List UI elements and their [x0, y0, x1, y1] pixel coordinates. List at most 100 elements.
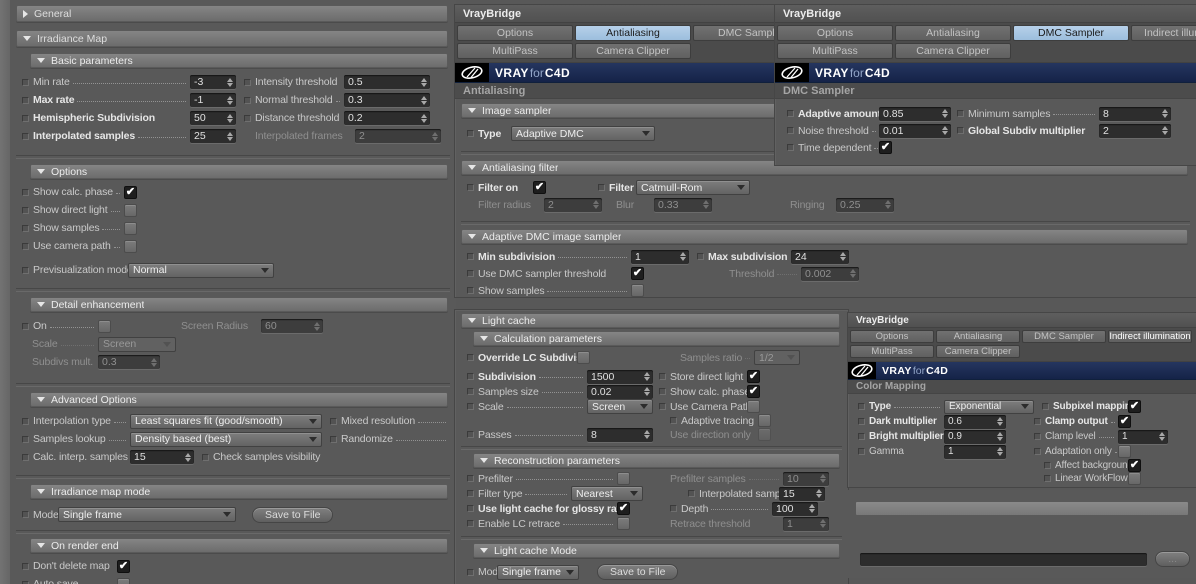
- stepper[interactable]: [818, 474, 828, 483]
- stepper[interactable]: [225, 95, 235, 105]
- number-field[interactable]: 1: [631, 249, 689, 264]
- stepper[interactable]: [149, 357, 159, 367]
- stepper[interactable]: [814, 489, 824, 498]
- number-field[interactable]: 25: [190, 129, 236, 143]
- section-header-basic-parameters[interactable]: Basic parameters: [30, 53, 448, 68]
- stepper[interactable]: [430, 131, 440, 141]
- dropdown[interactable]: Adaptive DMC: [511, 126, 655, 141]
- section-header-reconstruction-parameters[interactable]: Reconstruction parameters: [473, 453, 840, 468]
- checkbox[interactable]: [1128, 472, 1141, 485]
- tab-multipass[interactable]: MultiPass: [457, 43, 573, 59]
- tab-indirect-illumination[interactable]: Indirect illumination: [1108, 330, 1192, 343]
- number-field[interactable]: 0.9: [944, 429, 1006, 444]
- tab-camera-clipper[interactable]: Camera Clipper: [895, 43, 1011, 59]
- number-field[interactable]: -1: [190, 93, 236, 107]
- number-field[interactable]: 0.33: [654, 197, 712, 212]
- tab-dmc-sampler[interactable]: DMC Sampler: [1022, 330, 1106, 343]
- save-to-file-button[interactable]: Save to File: [252, 506, 334, 523]
- number-field[interactable]: 0.85: [879, 106, 951, 121]
- number-field[interactable]: -3: [190, 75, 236, 89]
- dropdown[interactable]: Nearest: [571, 486, 643, 501]
- dropdown[interactable]: 1/2: [754, 350, 800, 365]
- number-field[interactable]: 0.01: [879, 123, 951, 138]
- dropdown[interactable]: Normal: [128, 262, 274, 278]
- stepper[interactable]: [642, 387, 652, 396]
- number-field[interactable]: 50: [190, 111, 236, 125]
- number-field[interactable]: 8: [587, 427, 653, 442]
- stepper[interactable]: [995, 447, 1005, 456]
- tab-camera-clipper[interactable]: Camera Clipper: [575, 43, 691, 59]
- number-field[interactable]: 0.3: [344, 93, 430, 107]
- dropdown[interactable]: Screen: [98, 336, 176, 352]
- number-field[interactable]: 15: [130, 450, 194, 464]
- stepper[interactable]: [838, 252, 848, 261]
- checkbox[interactable]: [747, 385, 760, 398]
- checkbox[interactable]: [1118, 415, 1131, 428]
- number-field[interactable]: 24: [791, 249, 849, 264]
- number-field[interactable]: 0.6: [944, 414, 1006, 429]
- dropdown[interactable]: Exponential: [944, 399, 1034, 414]
- stepper[interactable]: [940, 126, 950, 135]
- tab-options[interactable]: Options: [850, 330, 934, 343]
- stepper[interactable]: [225, 131, 235, 141]
- stepper[interactable]: [883, 200, 893, 209]
- section-header-light-cache-mode[interactable]: Light cache Mode: [473, 543, 840, 558]
- dropdown[interactable]: Catmull-Rom: [636, 180, 750, 195]
- section-header-calculation-parameters[interactable]: Calculation parameters: [473, 331, 840, 346]
- checkbox[interactable]: [124, 185, 137, 199]
- number-field[interactable]: 1: [1118, 429, 1168, 444]
- dropdown[interactable]: Single frame: [58, 507, 236, 522]
- tab-options[interactable]: Options: [777, 25, 893, 41]
- dropdown[interactable]: Single frame: [497, 564, 579, 580]
- tab-options[interactable]: Options: [457, 25, 573, 41]
- stepper[interactable]: [818, 519, 828, 528]
- stepper[interactable]: [642, 372, 652, 381]
- dropdown[interactable]: Density based (best): [130, 431, 322, 447]
- stepper[interactable]: [1160, 109, 1170, 118]
- checkbox[interactable]: [617, 502, 630, 515]
- checkbox[interactable]: [879, 141, 892, 154]
- checkbox[interactable]: [124, 203, 137, 217]
- checkbox[interactable]: [758, 428, 771, 441]
- checkbox[interactable]: [747, 400, 760, 413]
- stepper[interactable]: [642, 430, 652, 439]
- section-header-light-cache[interactable]: Light cache: [461, 313, 840, 328]
- checkbox[interactable]: [1128, 400, 1141, 413]
- number-field[interactable]: 2: [355, 129, 441, 143]
- checkbox[interactable]: [1128, 459, 1141, 472]
- number-field[interactable]: 2: [544, 197, 602, 212]
- stepper[interactable]: [591, 200, 601, 209]
- stepper[interactable]: [678, 252, 688, 261]
- section-header-detail-enhancement[interactable]: Detail enhancement: [30, 297, 448, 312]
- tab-antialiasing[interactable]: Antialiasing: [575, 25, 691, 41]
- stepper[interactable]: [807, 504, 817, 513]
- checkbox[interactable]: [747, 370, 760, 383]
- number-field[interactable]: 100: [772, 501, 818, 516]
- section-header-adaptive-dmc-image-sampler[interactable]: Adaptive DMC image sampler: [461, 229, 1188, 244]
- number-field[interactable]: 60: [261, 319, 323, 333]
- checkbox[interactable]: [124, 221, 137, 235]
- tab-indirect-illumination[interactable]: Indirect illumination: [1131, 25, 1196, 41]
- number-field[interactable]: 1: [783, 516, 829, 531]
- number-field[interactable]: 15: [779, 486, 825, 501]
- section-header-advanced-options[interactable]: Advanced Options: [30, 392, 448, 407]
- stepper[interactable]: [1160, 126, 1170, 135]
- stepper[interactable]: [848, 269, 858, 278]
- number-field[interactable]: 1500: [587, 369, 653, 384]
- number-field[interactable]: 2: [1099, 123, 1171, 138]
- number-field[interactable]: 0.25: [836, 197, 894, 212]
- stepper[interactable]: [995, 432, 1005, 441]
- stepper[interactable]: [225, 113, 235, 123]
- checkbox[interactable]: [117, 559, 130, 573]
- stepper[interactable]: [419, 95, 429, 105]
- checkbox[interactable]: [533, 181, 546, 194]
- section-header-options[interactable]: Options: [30, 164, 448, 179]
- browse-button[interactable]: ...: [1155, 551, 1190, 567]
- section-header-irradiance-map[interactable]: Irradiance Map: [16, 30, 448, 47]
- number-field[interactable]: 0.5: [344, 75, 430, 89]
- number-field[interactable]: 1: [944, 444, 1006, 459]
- checkbox[interactable]: [124, 239, 137, 253]
- stepper[interactable]: [940, 109, 950, 118]
- tab-antialiasing[interactable]: Antialiasing: [895, 25, 1011, 41]
- checkbox[interactable]: [617, 472, 630, 485]
